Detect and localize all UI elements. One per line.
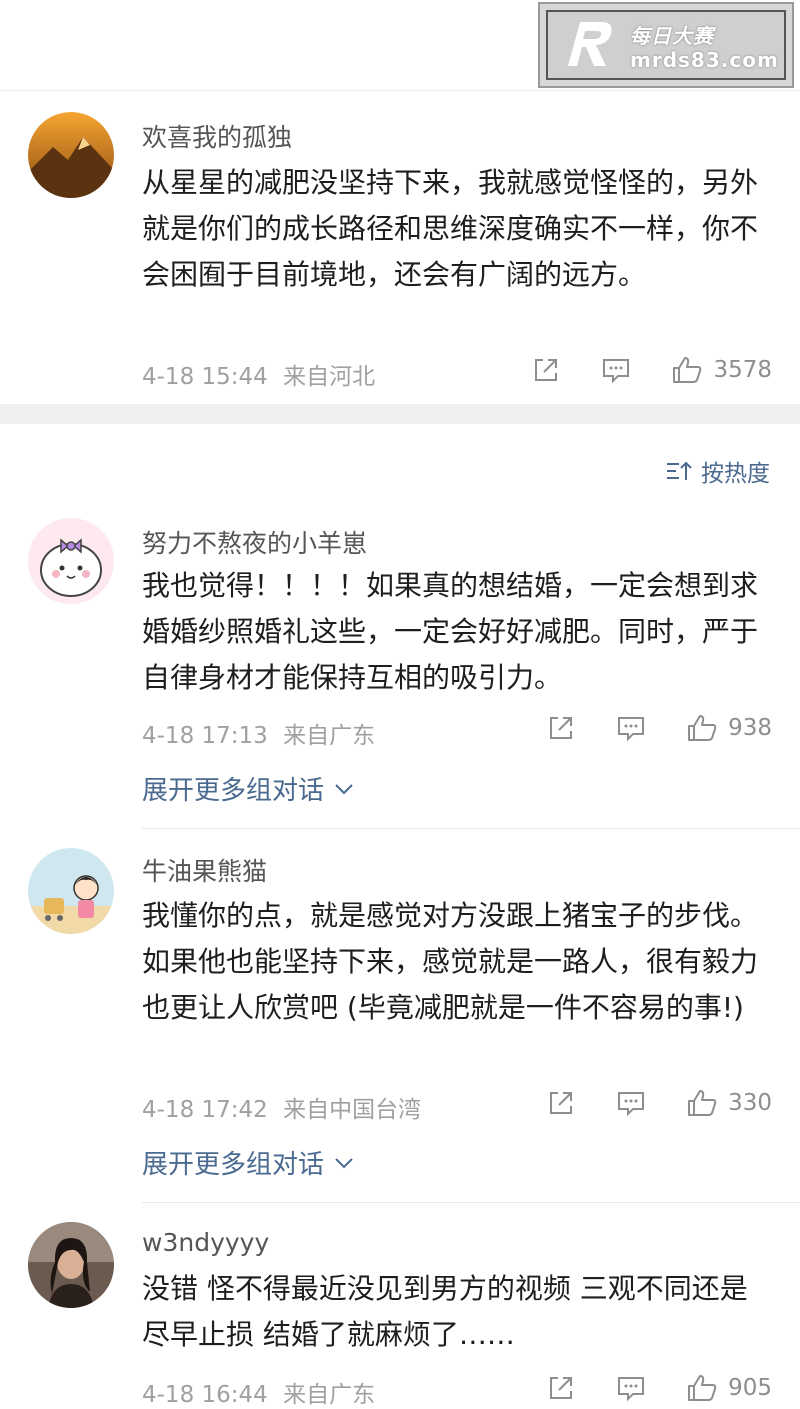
comment-location: 来自中国台湾 [283,1097,422,1123]
thumbs-up-icon [688,1375,717,1401]
comment-icon [618,1092,645,1117]
divider [142,828,800,829]
share-icon [550,1377,573,1399]
comment-location: 来自广东 [283,723,376,749]
share-button[interactable] [531,355,561,385]
comment-actions: 938 [506,712,772,744]
portrait-photo-avatar-icon [28,1222,114,1308]
thumbs-up-icon [673,357,702,383]
reply-button[interactable] [616,1373,646,1403]
watermark-brand: 每日大赛 [630,24,714,48]
like-button[interactable]: 938 [686,712,772,744]
avatar[interactable] [28,1222,114,1308]
like-count: 3578 [713,357,772,383]
share-icon [550,1092,573,1114]
share-icon [550,717,573,739]
thumbs-up-icon [688,1090,717,1116]
brand-logo-icon [568,22,612,66]
expand-label: 展开更多组对话 [142,1150,325,1180]
comment-meta: 4-18 17:13 来自广东 [142,716,375,750]
username[interactable]: 努力不熬夜的小羊崽 [142,524,367,560]
expand-conversation-button[interactable]: 展开更多组对话 [142,770,354,807]
watermark: 每日大赛 mrds83.com [538,2,794,88]
like-button[interactable]: 330 [686,1087,772,1119]
comment-meta: 4-18 17:42 来自中国台湾 [142,1090,421,1124]
reply-button[interactable] [616,1088,646,1118]
comment-time: 4-18 15:44 [142,364,268,390]
share-button[interactable] [546,1088,576,1118]
username[interactable]: 欢喜我的孤独 [142,118,292,154]
like-count: 938 [728,715,772,741]
cartoon-girl-avatar-icon [28,848,114,934]
white-bear-avatar-icon [28,518,114,604]
username[interactable]: w3ndyyyy [142,1228,269,1257]
like-button[interactable]: 3578 [671,354,772,386]
section-gap [0,404,800,424]
expand-conversation-button[interactable]: 展开更多组对话 [142,1144,354,1181]
comment-actions: 905 [506,1372,772,1404]
share-button[interactable] [546,1373,576,1403]
comment-text: 我也觉得！！！！如果真的想结婚，一定会想到求婚婚纱照婚礼这些，一定会好好减肥。同… [142,569,759,694]
comment-time: 4-18 17:13 [142,723,268,749]
comment-location: 来自河北 [283,364,376,390]
comment-actions: 3578 [491,354,772,386]
share-button[interactable] [546,713,576,743]
watermark-url: mrds83.com [630,48,779,72]
username[interactable]: 牛油果熊猫 [142,852,267,888]
comment-meta: 4-18 15:44 来自河北 [142,357,375,391]
like-count: 330 [728,1090,772,1116]
comment-time: 4-18 16:44 [142,1382,268,1408]
chevron-down-icon [335,783,353,794]
sort-icon [667,461,692,480]
divider [142,1202,800,1203]
thumbs-up-icon [688,715,717,741]
comment-text: 我懂你的点，就是感觉对方没跟上猪宝子的步伐。如果他也能坚持下来，感觉就是一路人，… [142,899,759,1024]
reply-button[interactable] [616,713,646,743]
comment-icon [618,717,645,742]
sort-label: 按热度 [701,461,770,487]
comment-actions: 330 [506,1087,772,1119]
like-count: 905 [728,1375,772,1401]
comment-location: 来自广东 [283,1382,376,1408]
comment-time: 4-18 17:42 [142,1097,268,1123]
sort-toggle[interactable]: 按热度 [665,454,770,488]
watermark-frame: 每日大赛 mrds83.com [546,10,786,80]
share-icon [535,359,558,381]
comment-meta: 4-18 16:44 来自广东 [142,1375,375,1409]
comment-icon [603,359,630,384]
comment-text: 从星星的减肥没坚持下来，我就感觉怪怪的，另外就是你们的成长路径和思维深度确实不一… [142,166,759,291]
mountain-sunset-avatar-icon [28,112,114,198]
avatar[interactable] [28,848,114,934]
like-button[interactable]: 905 [686,1372,772,1404]
avatar[interactable] [28,518,114,604]
comment-icon [618,1377,645,1402]
avatar[interactable] [28,112,114,198]
reply-button[interactable] [601,355,631,385]
comment-text: 没错 怪不得最近没见到男方的视频 三观不同还是尽早止损 结婚了就麻烦了…… [142,1272,748,1351]
chevron-down-icon [335,1157,353,1168]
expand-label: 展开更多组对话 [142,776,325,806]
